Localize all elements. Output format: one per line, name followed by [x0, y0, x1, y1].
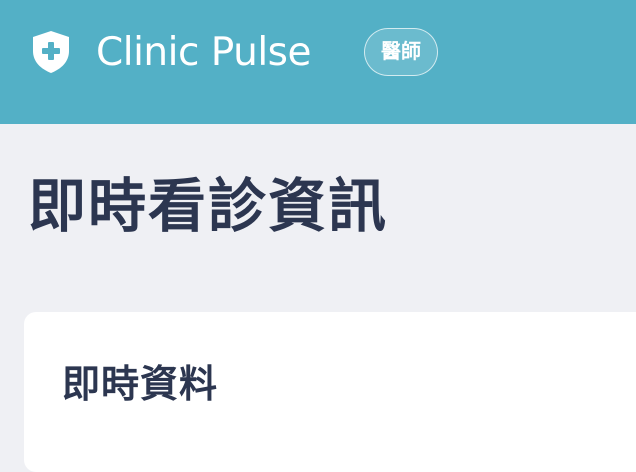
app-name: Clinic Pulse [96, 30, 312, 75]
card-title: 即時資料 [62, 362, 219, 406]
realtime-data-card: 即時資料 [24, 312, 636, 472]
page-title: 即時看診資訊 [28, 172, 389, 240]
role-badge: 醫師 [364, 28, 438, 76]
top-bar: Clinic Pulse 醫師 [0, 0, 636, 124]
shield-plus-icon [30, 29, 72, 75]
